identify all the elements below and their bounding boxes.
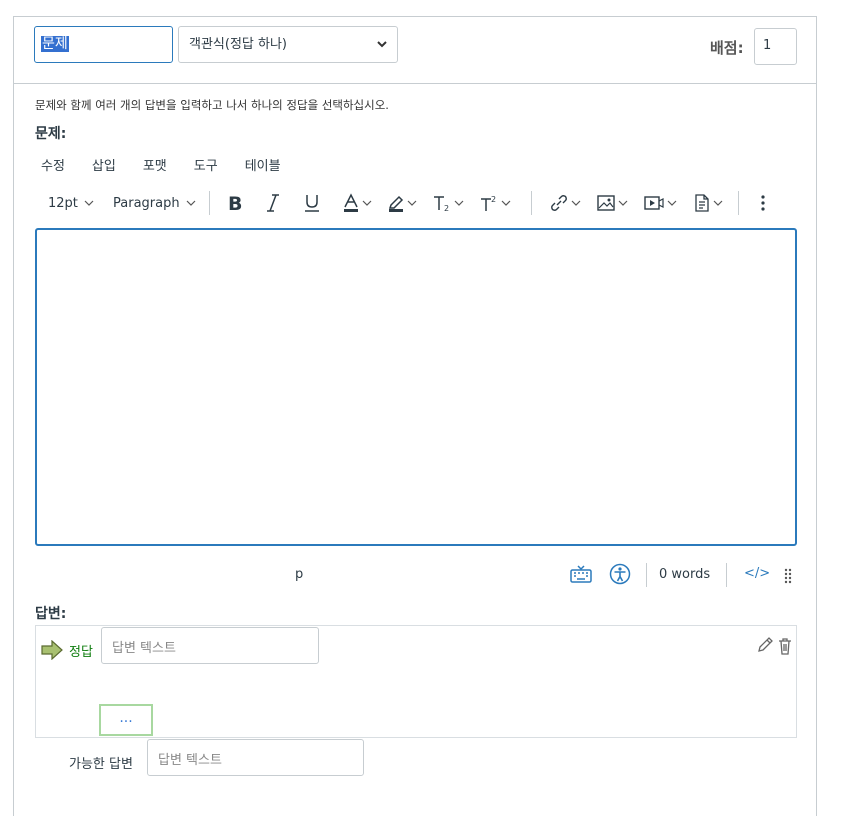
- editor-menubar: 수정 삽입 포맷 도구 테이블: [35, 155, 302, 174]
- toolbar-divider: [738, 191, 739, 215]
- chevron-down-icon: [186, 200, 196, 206]
- font-size-select[interactable]: 12pt: [48, 189, 96, 217]
- superscript-button[interactable]: 2: [479, 189, 513, 217]
- italic-icon: [267, 194, 279, 212]
- menu-insert[interactable]: 삽입: [86, 155, 122, 174]
- image-button[interactable]: [596, 189, 630, 217]
- superscript-icon: 2: [481, 195, 496, 211]
- more-button[interactable]: [758, 189, 768, 217]
- svg-text:2: 2: [444, 204, 449, 213]
- font-size-value: 12pt: [48, 195, 78, 211]
- chevron-down-icon: [667, 200, 677, 206]
- chevron-down-icon: [713, 200, 723, 206]
- menu-tools[interactable]: 도구: [188, 155, 224, 174]
- svg-text:B: B: [228, 193, 242, 213]
- underline-button[interactable]: [303, 189, 321, 217]
- question-title-input[interactable]: 문제: [34, 26, 173, 63]
- bold-button[interactable]: B: [227, 189, 245, 217]
- menu-table[interactable]: 테이블: [239, 155, 287, 174]
- chevron-down-icon: [362, 200, 372, 206]
- instructions-text: 문제와 함께 여러 개의 답변을 입력하고 나서 하나의 정답을 선택하십시오.: [35, 98, 389, 112]
- underline-icon: [305, 195, 319, 212]
- question-label: 문제:: [35, 126, 67, 142]
- answers-label: 답변:: [35, 606, 67, 622]
- italic-button[interactable]: [265, 189, 281, 217]
- text-color-icon: [344, 193, 358, 212]
- media-button[interactable]: [643, 189, 679, 217]
- highlight-button[interactable]: [387, 189, 419, 217]
- pencil-icon[interactable]: [756, 636, 774, 656]
- editor-toolbar: 12pt Paragraph B 2 2: [35, 189, 805, 219]
- correct-answer-label: 정답: [69, 645, 93, 660]
- subscript-icon: 2: [434, 196, 449, 213]
- more-vertical-icon: [761, 195, 765, 211]
- answer-item: 정답 답변 텍스트 ...: [35, 625, 797, 738]
- text-color-button[interactable]: [342, 189, 374, 217]
- statusbar-divider: [646, 563, 647, 587]
- chevron-down-icon: [407, 200, 417, 206]
- question-header: 문제 객관식(정답 하나) 배점: 1: [14, 17, 816, 84]
- media-icon: [644, 196, 664, 210]
- keyboard-icon[interactable]: [570, 563, 592, 585]
- html-editor-toggle[interactable]: </>: [744, 566, 770, 581]
- question-type-value: 객관식(정답 하나): [189, 37, 287, 52]
- question-type-select[interactable]: 객관식(정답 하나): [178, 26, 398, 63]
- chevron-down-icon: [618, 200, 628, 206]
- question-rich-text-editor[interactable]: [35, 228, 797, 546]
- question-form: 문제 객관식(정답 하나) 배점: 1 문제와 함께 여러 개의 답변을 입력하…: [13, 16, 817, 816]
- points-input[interactable]: 1: [754, 28, 797, 65]
- chevron-down-icon: [84, 200, 94, 206]
- correct-answer-arrow-icon[interactable]: [40, 640, 64, 660]
- element-path[interactable]: p: [295, 567, 303, 582]
- highlight-icon: [388, 195, 404, 212]
- toolbar-divider: [531, 191, 532, 215]
- trash-icon[interactable]: [776, 636, 794, 656]
- word-count[interactable]: 0 words: [659, 567, 710, 582]
- chevron-down-icon: [501, 200, 511, 206]
- answer-text-input[interactable]: 답변 텍스트: [101, 627, 319, 664]
- image-icon: [597, 195, 615, 211]
- possible-answer-label: 가능한 답변: [69, 757, 133, 772]
- menu-format[interactable]: 포맷: [137, 155, 173, 174]
- resize-handle-icon[interactable]: [783, 563, 793, 585]
- block-format-select[interactable]: Paragraph: [113, 189, 198, 217]
- statusbar-divider: [726, 563, 727, 587]
- toolbar-divider: [209, 191, 210, 215]
- block-format-value: Paragraph: [113, 195, 180, 211]
- document-icon: [695, 194, 709, 212]
- link-button[interactable]: [549, 189, 583, 217]
- document-button[interactable]: [693, 189, 725, 217]
- accessibility-icon[interactable]: [609, 563, 631, 585]
- answer-more-button[interactable]: ...: [99, 704, 153, 736]
- link-icon: [551, 195, 567, 211]
- bold-icon: B: [228, 193, 242, 213]
- subscript-button[interactable]: 2: [432, 189, 466, 217]
- possible-answer-input[interactable]: 답변 텍스트: [147, 739, 364, 776]
- chevron-down-icon: [454, 200, 464, 206]
- chevron-down-icon: [571, 200, 581, 206]
- svg-text:2: 2: [491, 195, 496, 204]
- menu-edit[interactable]: 수정: [35, 155, 71, 174]
- editor-statusbar: p 0 words </>: [35, 559, 797, 589]
- points-label: 배점:: [710, 39, 744, 57]
- selected-title-text: 문제: [41, 36, 69, 52]
- answer-actions: [756, 636, 794, 656]
- chevron-down-icon: [377, 41, 387, 48]
